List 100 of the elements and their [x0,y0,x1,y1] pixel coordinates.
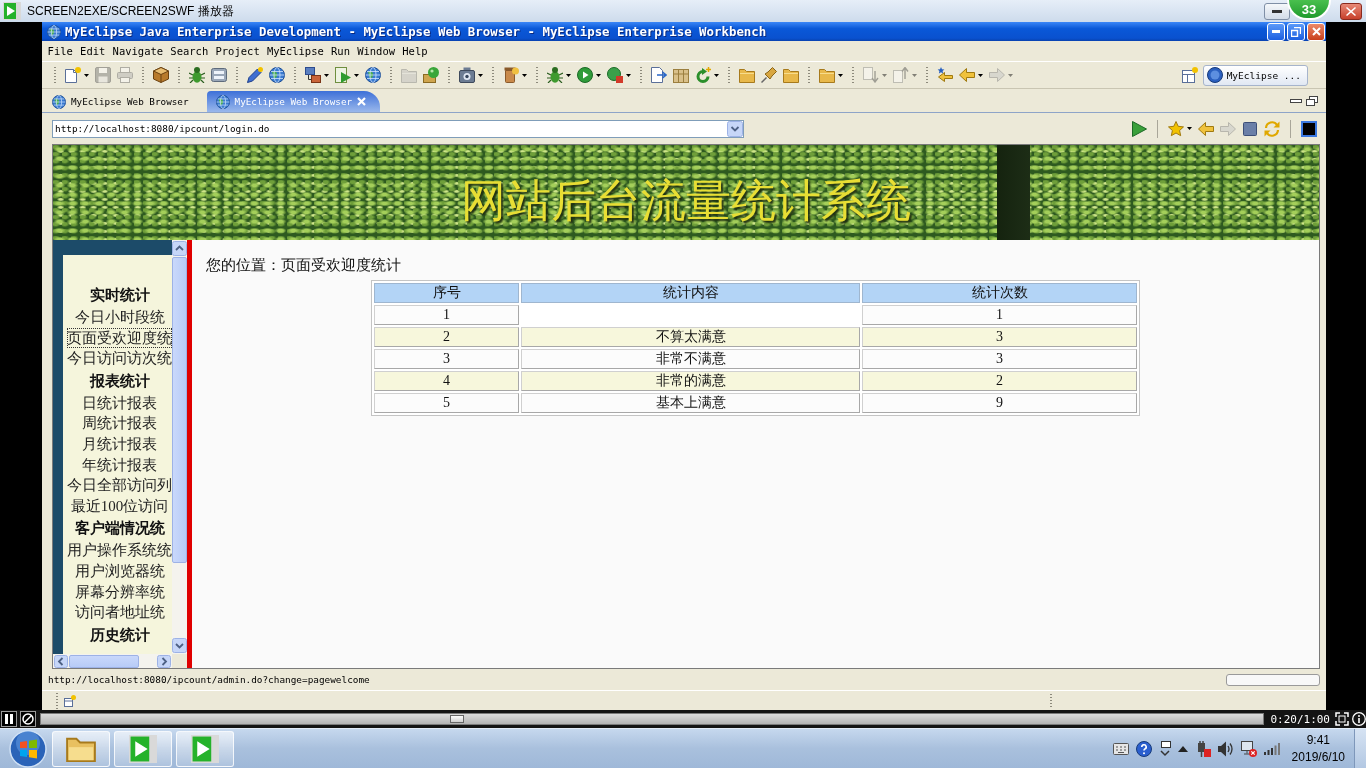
taskbar-button[interactable] [176,730,234,767]
back-arrow-icon [1198,120,1214,137]
sidebar-link[interactable]: 访问者地址统 [74,602,165,623]
caret-icon [882,73,887,77]
restore-button[interactable] [1287,22,1305,41]
taskbar-button[interactable] [114,730,172,767]
playback-time: 0:20/1:00 [1270,712,1330,726]
window-title: SCREEN2EXE/SCREEN2SWF 播放器 [27,2,234,20]
count-badge: 33 [1287,0,1331,20]
table-cell: 不算太满意 [521,327,860,347]
caret-icon [626,73,631,77]
column-header: 统计次数 [862,283,1137,303]
printer-icon [117,67,133,83]
window-title: MyEclipse Java Enterprise Development - MyEclipse Web Browser - MyEclipse Enterprise Workbench [65,24,767,39]
page-arrow-icon [651,67,667,83]
close-icon[interactable] [357,97,367,106]
keyboard-icon[interactable] [1112,742,1129,755]
scroll-up-icon[interactable] [172,241,187,256]
scroll-right-icon[interactable] [157,654,171,668]
window-icon[interactable] [64,694,76,707]
sidebar-link[interactable]: 页面受欢迎度统 [67,327,172,349]
page-down-icon [863,67,879,83]
toolbar-button[interactable] [150,64,172,86]
app-icon [129,734,157,763]
scrollbar-thumb[interactable] [69,654,139,668]
speaker-icon[interactable] [1217,740,1234,757]
table-cell: 2 [862,371,1137,391]
globe-icon [52,94,66,109]
close-button[interactable] [1340,2,1362,20]
window-arrow-icon[interactable] [1158,740,1171,757]
table-cell: 基本上满意 [521,393,860,413]
camera-icon [459,67,475,83]
caret-icon [84,73,89,77]
save-icon [95,67,111,83]
play-icon [1131,120,1147,137]
scroll-down-icon[interactable] [172,638,187,653]
restore-icon [1291,26,1301,37]
sidebar-link[interactable]: 日统计报表 [82,392,157,414]
menu-item[interactable]: Project [211,45,264,57]
pencil-icon [247,67,263,83]
seek-thumb[interactable] [449,715,464,723]
star-arrow-icon [937,67,953,83]
app-icon [191,734,219,763]
sidebar-link[interactable]: 年统计报表 [82,454,157,476]
sidebar-link[interactable]: 用户浏览器统 [74,560,165,582]
menu-item[interactable]: Run [327,45,354,57]
blocked-icon[interactable] [20,711,36,727]
toolbar-button[interactable] [302,64,332,86]
toolbar-button[interactable] [574,64,604,86]
crate-icon [673,67,689,83]
signal-icon[interactable] [1263,742,1280,755]
scrollbar-thumb[interactable] [172,257,187,563]
clock-time: 9:41 [1306,731,1330,749]
menu-item[interactable]: MyEclipse [263,45,328,57]
sidebar-link[interactable]: 今日小时段统 [74,307,165,328]
new-file-icon [65,67,81,83]
sidebar-link[interactable]: 今日访问访次统 [67,348,172,369]
sidebar-heading: 报表统计 [89,371,150,391]
menu-item[interactable]: Help [398,45,432,57]
menu-item[interactable]: Navigate [108,45,167,57]
window-plus-icon[interactable] [1181,67,1198,83]
sidebar-link[interactable]: 屏幕分辨率统 [74,581,165,603]
sidebar-link[interactable]: 月统计报表 [82,433,157,455]
table-cell: 非常不满意 [521,349,860,369]
help-icon[interactable] [1135,740,1152,757]
status-text: http://localhost:8080/ipcount/admin.do?change=pagewelcome [48,674,370,685]
sidebar-link[interactable]: 最近100位访问 [70,495,169,517]
maximize-icon[interactable] [1306,95,1318,106]
start-icon[interactable] [8,729,48,768]
bug-icon [189,67,205,83]
globe-icon [269,67,285,83]
caret-icon [478,73,483,77]
sidebar-link[interactable]: 周统计报表 [82,413,157,434]
pin-icon [761,67,777,83]
pause-icon[interactable] [1,711,17,727]
minimize-button[interactable] [1264,2,1290,20]
url-field[interactable]: http://localhost:8080/ipcount/login.do [52,119,744,138]
sidebar-link[interactable]: 用户操作系统统 [67,540,172,561]
menu-item[interactable]: Edit [76,45,109,57]
editor-tab[interactable]: MyEclipse Web Browser [48,91,203,112]
page-play-icon [335,67,351,83]
menu-item[interactable]: File [44,45,77,57]
caret-icon [596,73,601,77]
perspective-button[interactable]: MyEclipse ... [1202,64,1308,86]
caret-up-icon[interactable] [1177,745,1188,752]
folder-icon [401,67,417,83]
minimize-icon [1272,9,1282,13]
sidebar-heading: 实时统计 [89,286,150,305]
sidebar-link[interactable]: 今日全部访问列 [67,475,172,496]
scroll-left-icon[interactable] [54,654,68,668]
folder-icon [66,735,96,762]
fullscreen-icon[interactable] [1335,712,1349,726]
menu-item[interactable]: Search [166,45,212,57]
network-error-icon[interactable] [1240,740,1257,757]
taskbar-button[interactable] [52,730,110,767]
menu-item[interactable]: Window [353,45,399,57]
app-icon [3,2,21,20]
info-icon[interactable] [1352,712,1366,726]
page-up-icon [893,67,909,83]
caret-icon [354,73,359,77]
